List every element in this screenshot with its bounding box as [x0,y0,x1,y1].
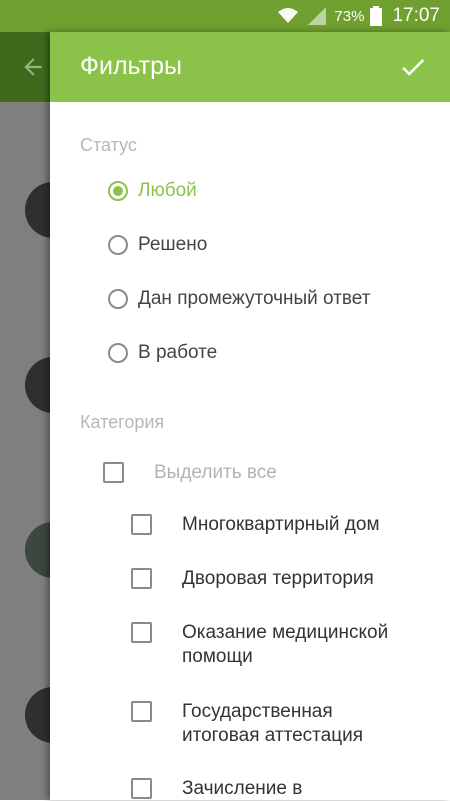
radio-button[interactable] [108,235,128,255]
category-item[interactable]: Государственная итоговая аттестация [131,700,363,748]
status-option-any[interactable]: Любой [108,175,197,207]
select-all-checkbox-row[interactable]: Выделить все [103,461,277,485]
checkbox[interactable] [131,514,152,535]
radio-button-selected[interactable] [108,181,128,201]
radio-button[interactable] [108,289,128,309]
checkbox[interactable] [131,568,152,589]
checkbox[interactable] [131,701,152,722]
checkbox[interactable] [131,622,152,643]
category-item-label: Оказание медицинской помощи [182,622,389,667]
status-option-label: Любой [138,180,197,201]
status-option-label: Дан промежуточный ответ [138,288,371,309]
category-item-label: Многоквартирный дом [182,514,380,535]
category-section-title: Категория [80,412,165,432]
drawer-header: Фильтры [50,32,450,102]
status-option-interim-answer[interactable]: Дан промежуточный ответ [108,283,370,315]
status-bar: 73% 17:07 [0,0,450,32]
status-option-label: В работе [138,342,218,363]
battery-percentage: 73% [334,7,365,25]
checkbox[interactable] [131,778,152,799]
clock: 17:07 [392,5,440,26]
status-option-solved[interactable]: Решено [108,229,207,261]
status-indicators: 73% 17:07 [276,0,440,32]
category-item[interactable]: Многоквартирный дом [131,513,380,537]
category-item-label: Дворовая территория [182,568,374,589]
signal-icon [308,7,327,25]
category-item[interactable]: Зачисление в [131,777,302,801]
status-option-in-progress[interactable]: В работе [108,337,217,369]
filter-drawer: Фильтры Статус Любой Решено Дан промежут… [50,32,450,800]
status-option-label: Решено [138,234,208,255]
category-item-label: Государственная итоговая аттестация [182,701,364,746]
wifi-icon [278,8,299,23]
status-section-title: Статус [80,135,137,155]
category-item[interactable]: Оказание медицинской помощи [131,621,388,669]
apply-filters-button[interactable] [394,48,432,86]
radio-button[interactable] [108,343,128,363]
category-item-label: Зачисление в [182,778,303,799]
battery-icon [370,6,383,26]
checkbox[interactable] [103,462,124,483]
drawer-title: Фильтры [80,52,182,80]
back-arrow-icon[interactable] [20,54,46,80]
checkmark-icon [402,59,425,76]
category-item[interactable]: Дворовая территория [131,567,374,591]
select-all-label: Выделить все [154,462,277,483]
